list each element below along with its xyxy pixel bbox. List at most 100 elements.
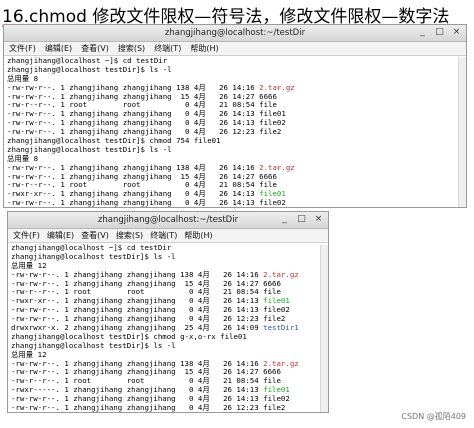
line-text: -rw-r--r--. 1 root root 0 4月 21 08:54 (7, 180, 260, 190)
filename: file01 (263, 296, 290, 306)
line-text: -rw-rw-r--. 1 zhangjihang zhangjihang 0 … (7, 109, 260, 119)
line-text: drwxrwxr-x. 2 zhangjihang zhangjihang 25… (11, 323, 264, 333)
line-text: zhangjihang@localhost testDir]$ ls -l (7, 144, 172, 154)
filename: file (259, 100, 277, 110)
heading-number: 16.chmod (2, 7, 87, 27)
line-text: -rw-rw-r--. 1 zhangjihang zhangjihang 13… (7, 162, 260, 172)
menu-help[interactable]: 帮助(H) (184, 229, 212, 242)
window-controls: _ □ × (417, 27, 462, 38)
menu-edit[interactable]: 编辑(E) (47, 229, 74, 242)
line-text: -rw-r--r--. 1 root root 0 4月 21 08:54 (7, 100, 260, 110)
filename: 6666 (259, 91, 277, 101)
filename: file (263, 287, 281, 297)
terminal-window-2: zhangjihang@localhost:~/testDir _ □ × 文件… (8, 212, 328, 412)
line-text: zhangjihang@localhost testDir]$ chmod 75… (7, 136, 221, 146)
filename: 2.tar.gz (263, 358, 299, 368)
menu-edit[interactable]: 编辑(E) (45, 42, 72, 55)
line-text: -rw-rw-r--. 1 zhangjihang zhangjihang 0 … (11, 305, 264, 315)
close-icon[interactable]: × (451, 27, 462, 38)
line-text: -rw-rw-r--. 1 zhangjihang zhangjihang 13… (11, 358, 264, 368)
filename: file01 (263, 385, 290, 395)
line-text: -rwxr-xr--. 1 zhangjihang zhangjihang 0 … (7, 189, 260, 199)
titlebar: zhangjihang@localhost:~/testDir _ □ × (8, 212, 328, 229)
filename: 2.tar.gz (259, 162, 295, 172)
menu-terminal[interactable]: 终端(T) (154, 42, 181, 55)
terminal-line: -rw-rw-r--. 1 zhangjihang zhangjihang 0 … (11, 403, 328, 412)
line-text: -rw-rw-r--. 1 zhangjihang zhangjihang 0 … (7, 198, 260, 207)
terminal-line: zhangjihang@localhost testDir]$ ls -l (11, 251, 328, 262)
menu-search[interactable]: 搜索(S) (118, 42, 145, 55)
filename: 2.tar.gz (263, 269, 299, 279)
filename: file (259, 180, 277, 190)
minimize-icon[interactable]: _ (417, 27, 428, 38)
close-icon[interactable]: × (313, 214, 324, 225)
menu-file[interactable]: 文件(F) (9, 42, 36, 55)
filename: 6666 (263, 367, 281, 377)
menubar: 文件(F) 编辑(E) 查看(V) 搜索(S) 终端(T) 帮助(H) (8, 229, 328, 243)
menu-terminal[interactable]: 终端(T) (150, 229, 177, 242)
terminal-output[interactable]: zhangjihang@localhost ~]$ cd testDir zhan… (8, 243, 328, 412)
filename: 6666 (259, 171, 277, 181)
line-text: -rw-rw-r--. 1 zhangjihang zhangjihang 0 … (11, 394, 264, 404)
line-text: -rw-rw-r--. 1 zhangjihang zhangjihang 0 … (11, 403, 264, 412)
menu-view[interactable]: 查看(V) (81, 229, 109, 242)
line-text: 总用量 8 (7, 73, 39, 83)
terminal-line: zhangjihang@localhost testDir]$ ls -l (11, 340, 328, 351)
filename: file02 (263, 305, 290, 315)
window-title: zhangjihang@localhost:~/testDir (164, 28, 306, 38)
scrollbar[interactable] (458, 57, 466, 207)
menubar: 文件(F) 编辑(E) 查看(V) 搜索(S) 终端(T) 帮助(H) (4, 42, 466, 56)
terminal-output[interactable]: zhangjihang@localhost ~]$ cd testDir zhan… (4, 56, 466, 207)
line-text: -rw-rw-r--. 1 zhangjihang zhangjihang 15… (11, 278, 264, 288)
maximize-icon[interactable]: □ (434, 27, 445, 38)
line-text: zhangjihang@localhost testDir]$ ls -l (11, 251, 176, 261)
terminal-line: -rw-rw-r--. 1 zhangjihang zhangjihang 0 … (7, 198, 466, 207)
terminal-line: zhangjihang@localhost testDir]$ ls -l (7, 144, 466, 155)
line-text: zhangjihang@localhost testDir]$ ls -l (11, 340, 176, 350)
line-text: zhangjihang@localhost ~]$ cd testDir (7, 56, 168, 65)
page-heading: 16.chmod 修改文件限权—符号法，修改文件限权—数字法 (2, 2, 449, 27)
filename: file (263, 376, 281, 386)
line-text: 总用量 12 (11, 349, 47, 359)
terminal-window-1: zhangjihang@localhost:~/testDir _ □ × 文件… (4, 25, 466, 207)
filename: file01 (259, 189, 286, 199)
line-text: -rw-rw-r--. 1 zhangjihang zhangjihang 15… (11, 367, 264, 377)
window-controls: _ □ × (279, 214, 324, 225)
minimize-icon[interactable]: _ (279, 214, 290, 225)
filename: file2 (259, 127, 282, 137)
titlebar: zhangjihang@localhost:~/testDir _ □ × (4, 25, 466, 42)
line-text: -rw-rw-r--. 1 zhangjihang zhangjihang 13… (11, 269, 264, 279)
heading-text: 修改文件限权—符号法，修改文件限权—数字法 (86, 7, 450, 27)
line-text: -rw-rw-r--. 1 zhangjihang zhangjihang 15… (7, 91, 260, 101)
line-text: 总用量 8 (7, 153, 39, 163)
menu-help[interactable]: 帮助(H) (190, 42, 218, 55)
filename: 2.tar.gz (259, 82, 295, 92)
menu-view[interactable]: 查看(V) (81, 42, 109, 55)
line-text: -rw-rw-r--. 1 zhangjihang zhangjihang 0 … (7, 127, 260, 137)
menu-file[interactable]: 文件(F) (13, 229, 40, 242)
filename: file2 (263, 403, 286, 412)
line-text: -rw-r--r--. 1 root root 0 4月 21 08:54 (11, 376, 264, 386)
line-text: zhangjihang@localhost testDir]$ chmod g-… (11, 331, 247, 341)
line-text: -rw-rw-r--. 1 zhangjihang zhangjihang 15… (7, 171, 260, 181)
line-text: -rw-rw-r--. 1 zhangjihang zhangjihang 13… (7, 82, 260, 92)
filename: file02 (259, 118, 286, 128)
filename: file01 (259, 109, 286, 119)
filename: file02 (263, 394, 290, 404)
line-text: -rw-rw-r--. 1 zhangjihang zhangjihang 0 … (11, 314, 264, 324)
line-text: -rw-rw-r--. 1 zhangjihang zhangjihang 0 … (7, 118, 260, 128)
filename: testDir1 (263, 323, 299, 333)
watermark: CSDN @孤陌409 (401, 412, 466, 421)
scrollbar[interactable] (320, 245, 328, 412)
terminal-line: zhangjihang@localhost testDir]$ ls -l (7, 64, 466, 75)
line-text: -rwxr-----. 1 zhangjihang zhangjihang 0 … (11, 385, 264, 395)
filename: file2 (263, 314, 286, 324)
line-text: -rwxr-xr--. 1 zhangjihang zhangjihang 0 … (11, 296, 264, 306)
line-text: -rw-r--r--. 1 root root 0 4月 21 08:54 (11, 287, 264, 297)
line-text: zhangjihang@localhost testDir]$ ls -l (7, 64, 172, 74)
menu-search[interactable]: 搜索(S) (116, 229, 143, 242)
line-text: zhangjihang@localhost ~]$ cd testDir (11, 243, 172, 252)
line-text: 总用量 12 (11, 260, 47, 270)
maximize-icon[interactable]: □ (296, 214, 307, 225)
filename: 6666 (263, 278, 281, 288)
